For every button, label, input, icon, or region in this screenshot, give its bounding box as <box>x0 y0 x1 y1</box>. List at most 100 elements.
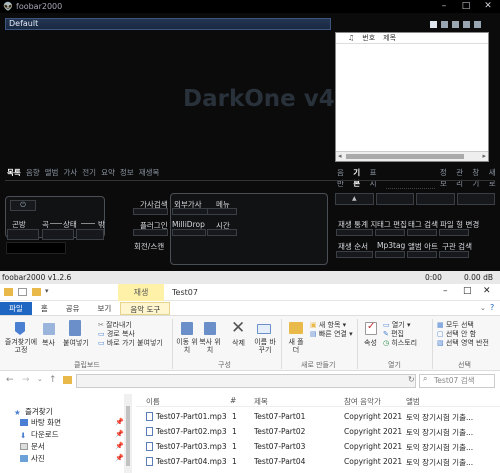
old-search-button[interactable] <box>439 251 469 258</box>
file-row[interactable]: Test07-Part03.mp3 1 Test07-Part03 Copyright… <box>136 440 500 454</box>
nav-downloads[interactable]: ⬇ 다운로드 <box>20 429 59 440</box>
easy-access-button[interactable]: ▤ 빠른 연결 ▾ <box>310 329 353 339</box>
tab-share[interactable]: 공유 <box>57 302 89 315</box>
col-number[interactable]: 번호 <box>362 33 375 43</box>
new-folder-button[interactable]: 새 폴더 <box>287 338 305 354</box>
tab-basic[interactable]: 기본 <box>353 167 364 189</box>
next-button[interactable] <box>456 193 495 205</box>
playlist-hscrollbar[interactable]: ◂ ▸ <box>336 151 488 161</box>
tab-manage[interactable]: 관리 <box>456 167 467 189</box>
view-detail-icon[interactable] <box>452 21 459 28</box>
col-title[interactable]: 제목 <box>383 33 396 43</box>
maximize-button[interactable]: □ <box>463 286 472 296</box>
help-icon[interactable]: ? <box>490 303 494 312</box>
millidrop-button[interactable] <box>172 229 206 236</box>
search-input[interactable]: Test07 검색 <box>419 374 495 388</box>
mp3tag-label[interactable]: Mp3tag <box>377 241 405 250</box>
tab-info-r[interactable]: 정보 <box>440 167 451 189</box>
address-bar[interactable] <box>76 374 416 388</box>
col-header-number[interactable]: # <box>230 396 236 405</box>
up-icon[interactable]: ↑ <box>49 375 57 385</box>
play-order-button[interactable] <box>336 251 373 258</box>
maximize-button[interactable]: □ <box>455 0 477 13</box>
view-grid-icon[interactable] <box>441 21 448 28</box>
nav-quick-access[interactable]: ★ 즐겨찾기 <box>14 406 53 417</box>
tab-album-r[interactable]: 음반 <box>337 167 348 189</box>
menu-button[interactable] <box>207 208 237 215</box>
recent-dropdown-icon[interactable]: ⌄ <box>37 375 43 383</box>
view-art-icon[interactable] <box>463 21 470 28</box>
pause-button[interactable] <box>416 193 455 205</box>
view-compact-icon[interactable] <box>474 21 481 28</box>
nav-pictures[interactable]: 사진 <box>20 453 45 464</box>
col-note-icon[interactable]: ♫ <box>348 33 354 43</box>
view-list-icon[interactable] <box>430 21 437 28</box>
ext-lyrics-button[interactable] <box>172 208 208 215</box>
copy-to-button[interactable]: 복사 위치 <box>199 338 221 354</box>
tab-display[interactable]: 표시 <box>370 167 381 189</box>
tab-bio[interactable]: 전기 <box>82 167 96 178</box>
tag-search-button[interactable] <box>407 229 437 236</box>
minimize-button[interactable]: – <box>443 286 448 296</box>
history-button[interactable]: ◷ 히스토리 <box>383 338 417 348</box>
nav-scroll-thumb[interactable] <box>126 406 130 466</box>
tab-summary[interactable]: 요약 <box>101 167 115 178</box>
back-icon[interactable]: ← <box>6 375 14 385</box>
delete-button[interactable]: 삭제 <box>232 338 245 348</box>
album-art-button[interactable] <box>407 251 437 258</box>
nav-scrollbar[interactable] <box>124 394 132 473</box>
file-row[interactable]: Test07-Part02.mp3 1 Test07-Part02 Copyright… <box>136 425 500 439</box>
close-button[interactable]: ✕ <box>477 0 499 13</box>
rotate-scan-label[interactable]: 회전/스캔 <box>134 241 164 252</box>
btn-slot[interactable] <box>7 229 39 240</box>
context-tab-play[interactable]: 재생 <box>118 284 164 301</box>
qat-dropdown-icon[interactable]: ▾ <box>45 287 49 295</box>
power-button[interactable]: ⏻ <box>10 200 36 211</box>
prev-button[interactable]: ▲ <box>335 193 374 205</box>
forward-icon[interactable]: → <box>22 375 30 385</box>
rename-button[interactable]: 이름 바꾸기 <box>253 338 277 354</box>
tab-sound[interactable]: 음향 <box>26 167 40 178</box>
copy-button[interactable]: 복사 <box>42 338 55 348</box>
tab-file[interactable]: 파일 <box>0 302 32 315</box>
mp3tag-button[interactable] <box>375 251 405 258</box>
btn-slot[interactable] <box>42 229 74 240</box>
scroll-thumb[interactable] <box>346 154 464 159</box>
ribbon-collapse-icon[interactable]: ⌄ <box>480 304 486 312</box>
tab-info[interactable]: 정보 <box>120 167 134 178</box>
file-row[interactable]: Test07-Part04.mp3 1 Test07-Part04 Copyright… <box>136 455 500 469</box>
tab-refresh[interactable]: 새로 <box>489 167 500 189</box>
paste-shortcut-button[interactable]: ▭ 바로 가기 붙여넣기 <box>98 338 163 348</box>
tab-home[interactable]: 홈 <box>32 302 57 315</box>
invert-selection-button[interactable]: ▧ 선택 영역 반전 <box>437 338 489 348</box>
playlist-panel[interactable]: ♫ 번호 제목 ◂ ▸ <box>335 32 489 162</box>
playlist-tab[interactable]: Default <box>5 18 331 30</box>
pin-button[interactable]: 즐겨찾기에 고정 <box>4 338 38 354</box>
tab-list[interactable]: 목록 <box>7 167 21 178</box>
btn-slot[interactable] <box>76 229 104 240</box>
checkbox-icon[interactable] <box>18 288 27 296</box>
millidrop-label[interactable]: MilliDrop <box>172 220 205 229</box>
minimize-button[interactable]: – <box>433 0 455 13</box>
file-row[interactable]: Test07-Part01.mp3 1 Test07-Part01 Copyright… <box>136 410 500 424</box>
properties-button[interactable]: 속성 <box>364 338 377 348</box>
seek-bar[interactable] <box>6 242 66 254</box>
tab-music-tools[interactable]: 음악 도구 <box>120 302 171 315</box>
close-button[interactable]: ✕ <box>483 286 491 296</box>
tab-lyrics[interactable]: 가사 <box>63 167 77 178</box>
scroll-left-icon[interactable]: ◂ <box>338 152 342 160</box>
plugin-button[interactable] <box>133 229 168 236</box>
move-to-button[interactable]: 이동 위치 <box>176 338 198 354</box>
tab-album[interactable]: 앨범 <box>45 167 59 178</box>
file-convert-button[interactable] <box>439 229 469 236</box>
lyrics-search-button[interactable] <box>133 208 168 215</box>
time-button[interactable] <box>207 229 237 236</box>
refresh-icon[interactable]: ↻ <box>408 375 415 384</box>
tab-playlist[interactable]: 재생목 <box>139 167 160 178</box>
nav-documents[interactable]: 문서 <box>20 441 45 452</box>
new-folder-qat-icon[interactable] <box>32 288 41 296</box>
tag-edit-button[interactable] <box>375 229 405 236</box>
scroll-right-icon[interactable]: ▸ <box>482 152 486 160</box>
nav-desktop[interactable]: 바탕 화면 <box>20 417 61 428</box>
tab-view[interactable]: 보기 <box>89 302 121 315</box>
